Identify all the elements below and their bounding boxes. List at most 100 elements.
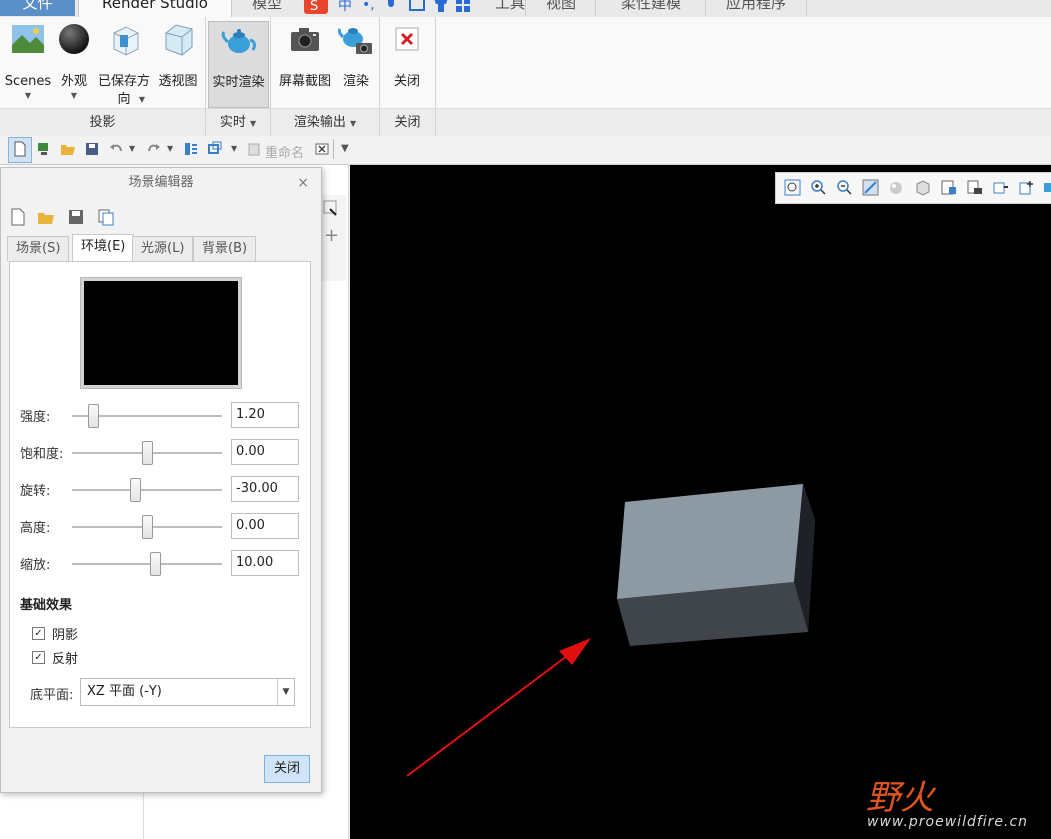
tab-scene[interactable]: 场景(S) bbox=[7, 236, 70, 261]
tab-lights[interactable]: 光源(L) bbox=[132, 236, 194, 261]
redo-dropdown-icon[interactable]: ▼ bbox=[167, 144, 173, 154]
group-realtime-label: 实时 bbox=[219, 115, 246, 130]
windows-icon[interactable] bbox=[207, 141, 223, 157]
undo-icon[interactable] bbox=[108, 141, 124, 157]
floor-plane-select[interactable]: XZ 平面 (-Y) ▼ bbox=[80, 678, 295, 706]
group-render-output[interactable]: 渲染输出 ▼ bbox=[271, 108, 379, 136]
qat-separator bbox=[333, 139, 334, 159]
slider-value-input[interactable]: -30.00 bbox=[231, 476, 299, 502]
tab-tools[interactable]: 工具 bbox=[455, 0, 533, 16]
rename-button[interactable]: 重命名 bbox=[265, 142, 304, 161]
screenshot-label: 屏幕截图 bbox=[278, 74, 331, 89]
tab-model[interactable]: 模型 bbox=[232, 0, 302, 16]
tab-render-studio[interactable]: Render Studio bbox=[78, 0, 232, 17]
repaint-icon[interactable] bbox=[862, 179, 879, 196]
save-scene-icon[interactable] bbox=[67, 208, 85, 226]
tree-toolbar: + bbox=[320, 195, 346, 281]
group-realtime[interactable]: 实时 ▼ bbox=[206, 108, 270, 136]
dialog-title: 场景编辑器 bbox=[128, 175, 194, 190]
ime-toolbar[interactable]: S 中 •, bbox=[304, 0, 474, 14]
slider-track[interactable] bbox=[72, 563, 222, 566]
dropdown-arrow-icon: ▼ bbox=[138, 95, 146, 104]
reflection-label: 反射 bbox=[52, 652, 79, 667]
tab-file[interactable]: 文件 bbox=[0, 0, 75, 16]
undo-dropdown-icon[interactable]: ▼ bbox=[129, 144, 135, 154]
open-folder-icon[interactable] bbox=[60, 141, 76, 157]
customize-qat-icon[interactable]: ▼ bbox=[341, 144, 349, 154]
layers-camera-icon[interactable] bbox=[966, 179, 983, 196]
slider-label: 缩放: bbox=[20, 558, 51, 573]
saved-orientations-button[interactable]: 已保存方向 ▼ bbox=[96, 21, 152, 107]
spin-center-icon[interactable] bbox=[992, 179, 1009, 196]
annotation-arrow-line bbox=[406, 649, 576, 777]
view-manager-icon[interactable] bbox=[940, 179, 957, 196]
slider-thumb[interactable] bbox=[88, 404, 99, 428]
slider-value-input[interactable]: 10.00 bbox=[231, 550, 299, 576]
new-scene-icon[interactable] bbox=[9, 208, 27, 226]
close-window-icon[interactable] bbox=[314, 141, 330, 157]
saved-orientations-icon[interactable] bbox=[914, 179, 931, 196]
group-projection: 投影 bbox=[0, 108, 205, 136]
display-style-icon[interactable] bbox=[888, 179, 905, 196]
tab-view[interactable]: 视图 bbox=[525, 0, 596, 16]
render-button[interactable]: 渲染 bbox=[337, 21, 374, 91]
sphere-icon bbox=[59, 24, 89, 54]
keyboard-icon bbox=[409, 0, 425, 11]
slider-thumb[interactable] bbox=[142, 515, 153, 539]
dialog-close-button[interactable]: 关闭 bbox=[264, 755, 310, 783]
tab-background[interactable]: 背景(B) bbox=[193, 236, 257, 261]
tree-filter-icon[interactable] bbox=[322, 199, 340, 217]
open-scene-icon[interactable] bbox=[37, 208, 55, 226]
slider-value-input[interactable]: 0.00 bbox=[231, 513, 299, 539]
slider-label: 高度: bbox=[20, 521, 51, 536]
dropdown-arrow-icon: ▼ bbox=[350, 119, 357, 128]
chevron-down-icon: ▼ bbox=[277, 679, 294, 705]
realtime-render-button[interactable]: 实时渲染 bbox=[208, 21, 269, 108]
slider-thumb[interactable] bbox=[149, 552, 161, 576]
close-label: 关闭 bbox=[393, 74, 420, 89]
group-render-output-label: 渲染输出 bbox=[293, 115, 346, 130]
zoom-in-icon[interactable] bbox=[810, 179, 827, 196]
annotation-arrow-head bbox=[559, 638, 591, 665]
render-label: 渲染 bbox=[342, 74, 369, 89]
slider-thumb[interactable] bbox=[130, 478, 141, 502]
scene-editor-dialog: 场景编辑器 × 场景(S) 环境(E) 光源(L) 背景(B) 强度: 1.20 饱… bbox=[0, 167, 322, 793]
copy-scene-icon[interactable] bbox=[97, 208, 115, 226]
zoom-out-icon[interactable] bbox=[836, 179, 853, 196]
box-front-face bbox=[617, 484, 803, 599]
scenes-button[interactable]: Scenes ▼ bbox=[4, 21, 52, 101]
regenerate-icon[interactable] bbox=[183, 141, 199, 157]
save-icon[interactable] bbox=[84, 141, 100, 157]
more-tools-icon[interactable] bbox=[1042, 179, 1051, 196]
graphics-viewport[interactable] bbox=[350, 165, 1051, 839]
rename-icon bbox=[248, 143, 260, 156]
watermark-logo: 野火 bbox=[866, 778, 934, 818]
floor-plane-label: 底平面: bbox=[30, 688, 74, 703]
tab-environment[interactable]: 环境(E) bbox=[72, 234, 135, 261]
tab-flexible-modeling[interactable]: 柔性建模 bbox=[595, 0, 706, 16]
ime-chinese-mode-icon: 中 bbox=[338, 0, 352, 14]
annotation-display-icon[interactable] bbox=[1018, 179, 1035, 196]
windows-dropdown-icon[interactable]: ▼ bbox=[231, 144, 237, 154]
slider-thumb[interactable] bbox=[142, 441, 153, 465]
appearance-button[interactable]: 外观 ▼ bbox=[56, 21, 92, 101]
new-file-icon[interactable] bbox=[12, 141, 28, 157]
shadow-checkbox[interactable]: ✓ bbox=[32, 627, 45, 640]
slider-track[interactable] bbox=[72, 489, 222, 492]
close-render-studio-button[interactable]: 关闭 bbox=[386, 21, 428, 91]
shadow-label: 阴影 bbox=[52, 628, 79, 643]
teapot-camera-icon bbox=[337, 28, 372, 54]
add-icon[interactable]: + bbox=[324, 225, 339, 246]
screenshot-button[interactable]: 屏幕截图 bbox=[276, 21, 334, 91]
dialog-close-icon[interactable]: × bbox=[297, 168, 309, 198]
perspective-view-button[interactable]: 透视图 bbox=[156, 21, 200, 91]
slider-value-input[interactable]: 1.20 bbox=[231, 402, 299, 428]
refit-icon[interactable] bbox=[784, 179, 801, 196]
tab-applications[interactable]: 应用程序 bbox=[705, 0, 807, 16]
redo-icon[interactable] bbox=[146, 141, 162, 157]
camera-icon bbox=[291, 28, 319, 51]
open-network-icon[interactable] bbox=[36, 141, 52, 157]
slider-value-input[interactable]: 0.00 bbox=[231, 439, 299, 465]
group-close: 关闭 bbox=[380, 108, 435, 136]
reflection-checkbox[interactable]: ✓ bbox=[32, 651, 45, 664]
